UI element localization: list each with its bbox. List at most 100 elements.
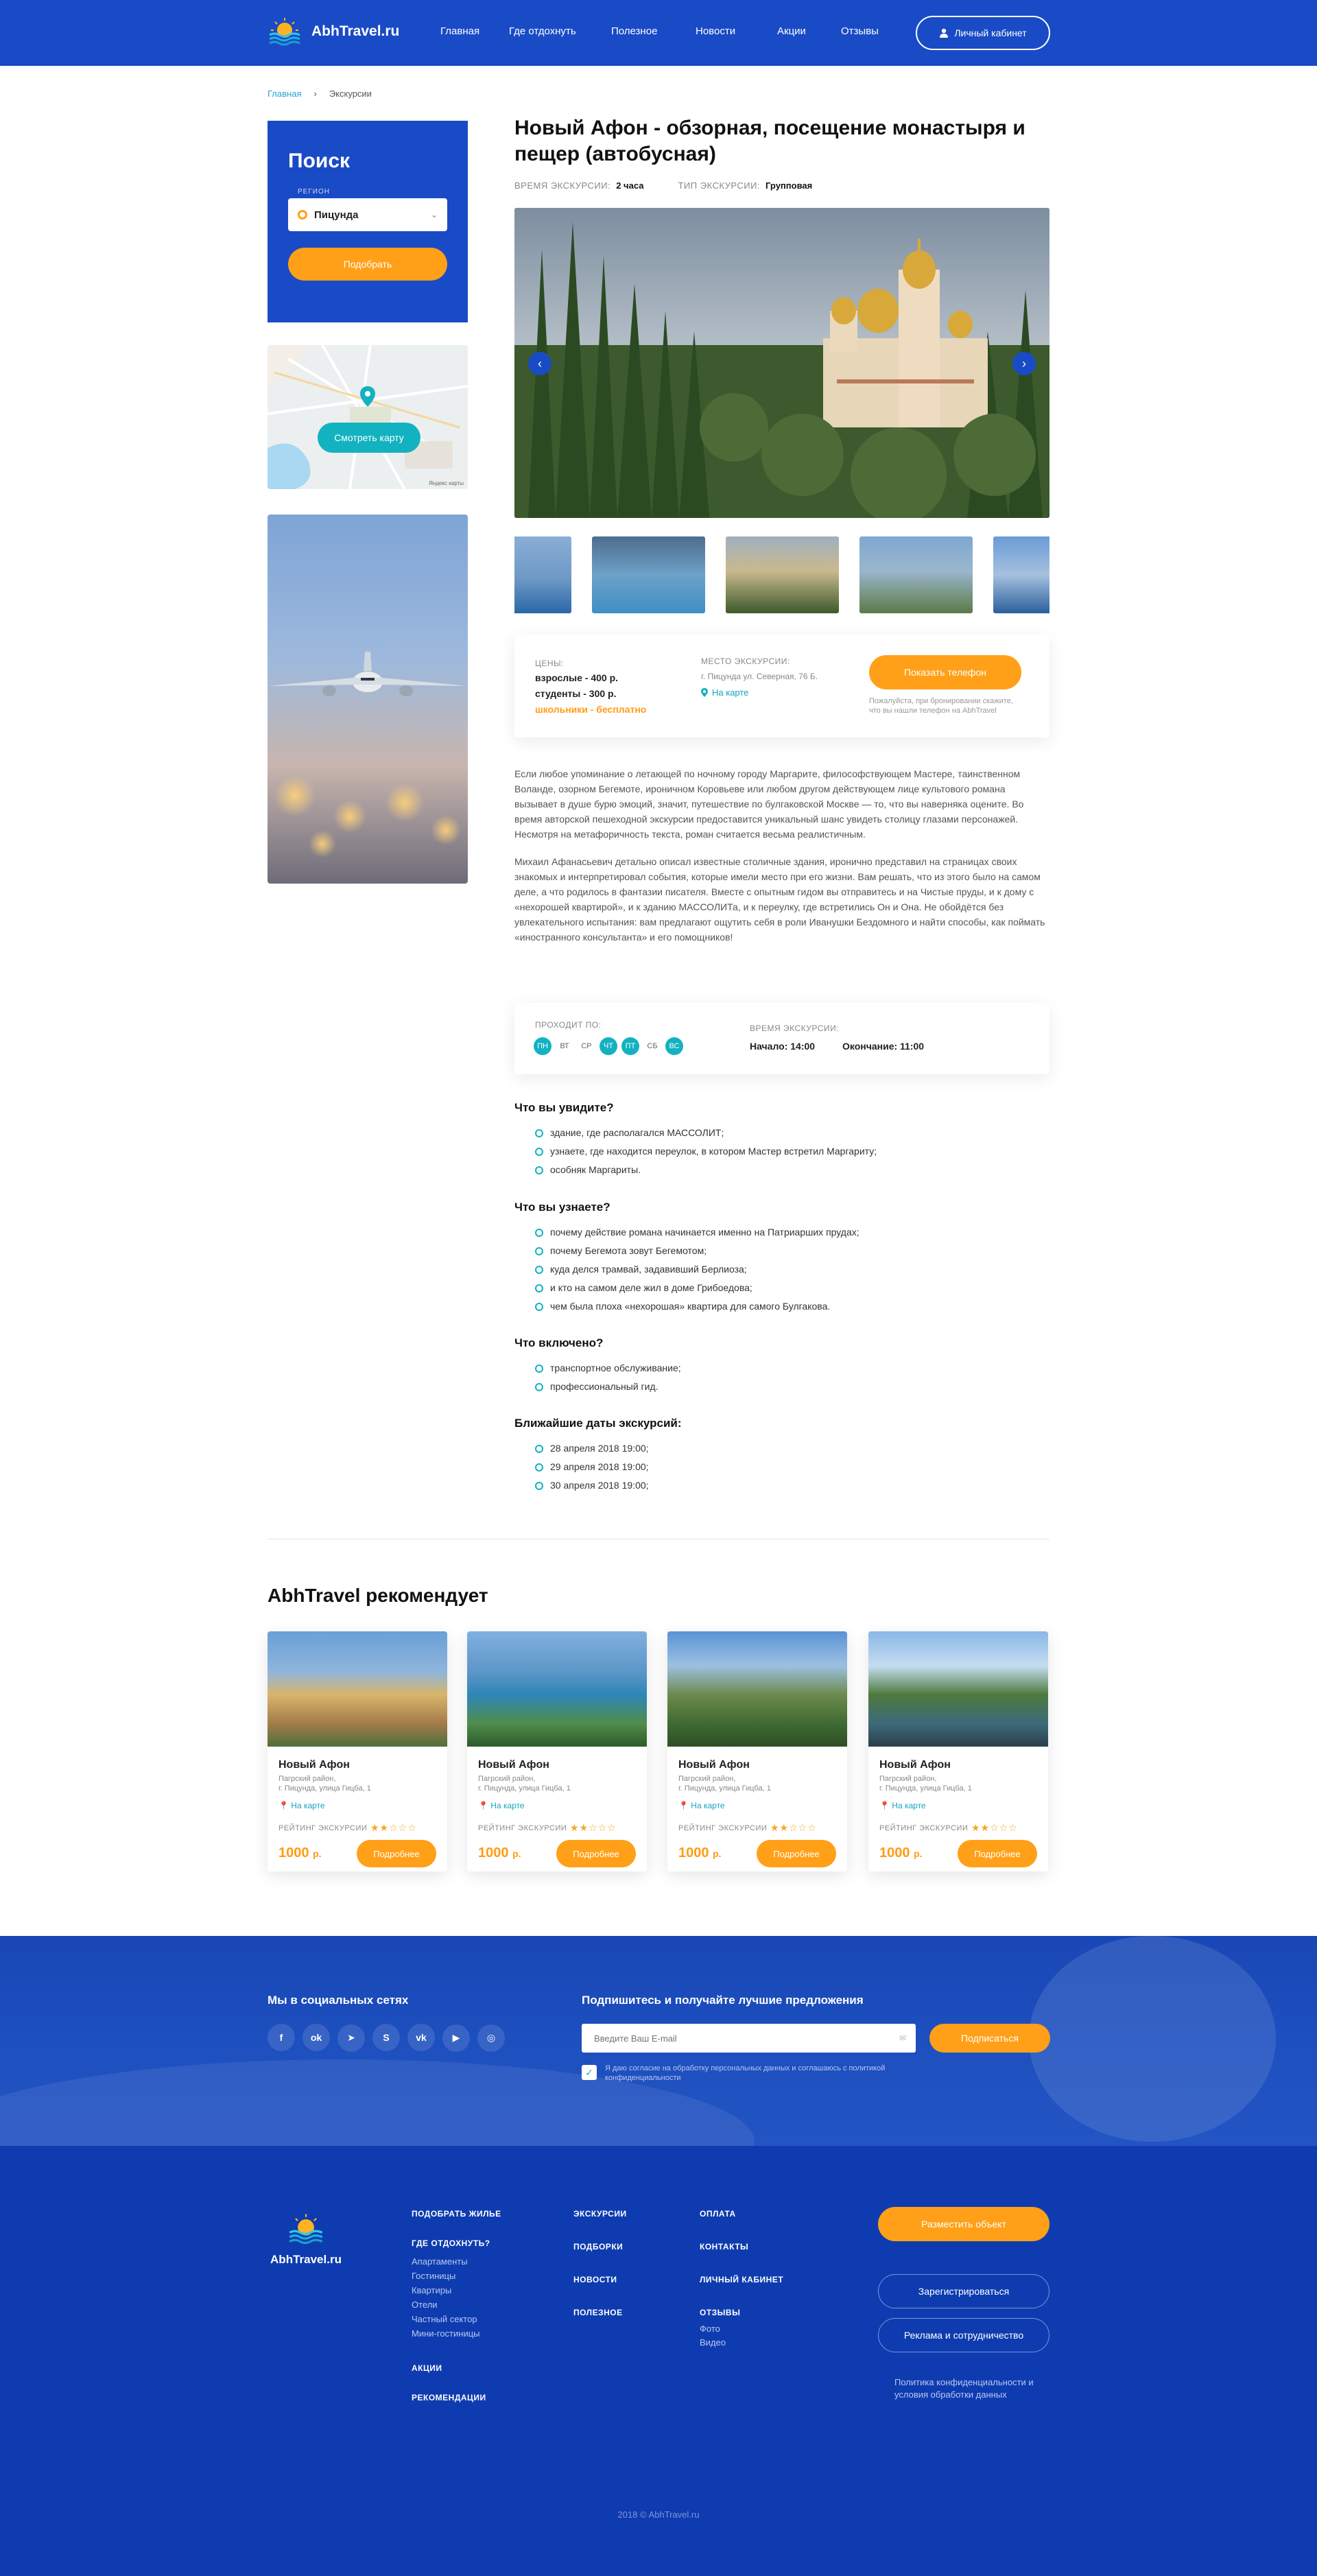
card-photo[interactable] — [868, 1631, 1048, 1747]
card-details-button[interactable]: Подробнее — [958, 1840, 1037, 1867]
map-pin-icon: 📍 — [879, 1801, 890, 1810]
footer-link-payment[interactable]: ОПЛАТА — [700, 2209, 736, 2219]
card-address: Пагрский район, г. Пицунда, улица Гицба, … — [678, 1775, 771, 1793]
card-map-link[interactable]: 📍 На карте — [879, 1801, 926, 1810]
register-button[interactable]: Зарегистрироваться — [878, 2274, 1049, 2308]
footer-link-housing[interactable]: ПОДОБРАТЬ ЖИЛЬЕ — [412, 2209, 501, 2219]
search-panel: Поиск РЕГИОН Пицунда ⌄ Подобрать — [268, 121, 468, 322]
map-preview[interactable]: Смотреть карту Яндекс карты — [268, 345, 468, 489]
footer-link[interactable]: Отели — [412, 2300, 438, 2310]
card-photo[interactable] — [467, 1631, 647, 1747]
price-adults: взрослые - 400 р. — [535, 672, 619, 683]
list-item: транспортное обслуживание; — [514, 1358, 1049, 1377]
telegram-icon[interactable]: ➤ — [337, 2024, 365, 2052]
card-map-link[interactable]: 📍 На карте — [678, 1801, 725, 1810]
nav-reviews[interactable]: Отзывы — [841, 25, 879, 37]
advertising-button[interactable]: Реклама и сотрудничество — [878, 2318, 1049, 2352]
card-details-button[interactable]: Подробнее — [357, 1840, 436, 1867]
list-item: и кто на самом деле жил в доме Грибоедов… — [514, 1278, 1049, 1297]
thumbnail-1[interactable] — [514, 536, 571, 613]
card-title[interactable]: Новый Афон — [678, 1759, 750, 1771]
footer-link-useful[interactable]: ПОЛЕЗНОЕ — [573, 2308, 623, 2317]
gallery-next-button[interactable]: › — [1012, 352, 1036, 375]
skype-icon[interactable]: S — [372, 2024, 400, 2051]
nav-news[interactable]: Новости — [696, 25, 735, 37]
recommend-card[interactable]: Новый Афон Пагрский район, г. Пицунда, ули… — [268, 1631, 447, 1871]
footer-link-news[interactable]: НОВОСТИ — [573, 2275, 617, 2284]
privacy-policy-link[interactable]: Политика конфиденциальности и условия об… — [894, 2376, 1045, 2401]
card-details-button[interactable]: Подробнее — [757, 1840, 836, 1867]
site-footer: AbhTravel.ru ПОДОБРАТЬ ЖИЛЬЕ ГДЕ ОТДОХНУ… — [0, 2146, 1317, 2576]
recommend-card[interactable]: Новый Афон Пагрский район, г. Пицунда, ули… — [467, 1631, 647, 1871]
card-map-link[interactable]: 📍 На карте — [478, 1801, 525, 1810]
recommend-card[interactable]: Новый Афон Пагрский район, г. Пицунда, ули… — [667, 1631, 847, 1871]
nav-home[interactable]: Главная — [440, 25, 479, 37]
email-field[interactable]: ✉ — [582, 2024, 916, 2053]
subscribe-button[interactable]: Подписаться — [929, 2024, 1050, 2053]
rating-stars-icon: ★★☆☆☆ — [370, 1822, 417, 1833]
footer-link[interactable]: Гостиницы — [412, 2271, 455, 2281]
breadcrumb-home[interactable]: Главная — [268, 88, 301, 99]
social-title: Мы в социальных сетях — [268, 1994, 409, 2007]
rating-stars-icon: ★★☆☆☆ — [971, 1822, 1018, 1833]
map-pin-icon: 📍 — [678, 1801, 689, 1810]
footer-link[interactable]: Частный сектор — [412, 2314, 477, 2324]
nav-promo[interactable]: Акции — [777, 25, 806, 37]
airplane-banner[interactable] — [268, 515, 468, 884]
gallery-prev-button[interactable]: ‹ — [528, 352, 551, 375]
show-map-button[interactable]: Смотреть карту — [318, 423, 420, 453]
photo-gallery: ‹ › — [514, 208, 1049, 518]
facebook-icon[interactable]: f — [268, 2024, 295, 2051]
account-button[interactable]: Личный кабинет — [916, 16, 1050, 50]
footer-logo-text: AbhTravel.ru — [270, 2253, 342, 2266]
list-item: куда делся трамвай, задавивший Берлиоза; — [514, 1260, 1049, 1278]
footer-link[interactable]: Квартиры — [412, 2285, 451, 2295]
list-item: 28 апреля 2018 19:00; — [514, 1439, 1049, 1457]
schedule-card: ПРОХОДИТ ПО: ПН ВТ СР ЧТ ПТ СБ ВС ВРЕМЯ ЭКСКУР… — [514, 1003, 1049, 1074]
consent-checkbox[interactable]: ✓ — [582, 2065, 597, 2080]
card-title[interactable]: Новый Афон — [478, 1759, 549, 1771]
thumbnail-3[interactable] — [726, 536, 839, 613]
footer-link-collections[interactable]: ПОДБОРКИ — [573, 2242, 623, 2252]
footer-link[interactable]: Апартаменты — [412, 2256, 468, 2267]
email-input[interactable] — [594, 2033, 868, 2044]
footer-logo[interactable]: AbhTravel.ru — [268, 2212, 344, 2267]
nav-useful[interactable]: Полезное — [611, 25, 657, 37]
thumbnail-5[interactable] — [993, 536, 1049, 613]
list-item: почему Бегемота зовут Бегемотом; — [514, 1241, 1049, 1260]
footer-link-video[interactable]: Видео — [700, 2337, 726, 2348]
card-details-button[interactable]: Подробнее — [556, 1840, 636, 1867]
instagram-icon[interactable]: ◎ — [477, 2024, 505, 2052]
footer-link-excursions[interactable]: ЭКСКУРСИИ — [573, 2209, 627, 2219]
footer-link-promo[interactable]: АКЦИИ — [412, 2363, 442, 2373]
search-submit-button[interactable]: Подобрать — [288, 248, 447, 281]
vk-icon[interactable]: vk — [407, 2024, 435, 2051]
nav-where-to-rest[interactable]: Где отдохнуть — [509, 25, 576, 37]
logo[interactable]: AbhTravel.ru — [268, 16, 399, 47]
footer-link-recommendations[interactable]: РЕКОМЕНДАЦИИ — [412, 2393, 486, 2402]
footer-link-reviews[interactable]: ОТЗЫВЫ — [700, 2308, 740, 2317]
place-object-button[interactable]: Разместить объект — [878, 2207, 1049, 2241]
card-photo[interactable] — [667, 1631, 847, 1747]
region-select[interactable]: Пицунда ⌄ — [288, 198, 447, 231]
thumbnail-4[interactable] — [859, 536, 973, 613]
card-title[interactable]: Новый Афон — [879, 1759, 951, 1771]
show-phone-button[interactable]: Показать телефон — [869, 655, 1021, 689]
copyright: 2018 © AbhTravel.ru — [617, 2509, 700, 2520]
card-price: 1000 р. — [278, 1845, 322, 1860]
recommend-title: AbhTravel рекомендует — [268, 1585, 488, 1606]
recommend-card[interactable]: Новый Афон Пагрский район, г. Пицунда, ули… — [868, 1631, 1048, 1871]
weekday-chip: ПТ — [621, 1037, 639, 1055]
footer-heading-where[interactable]: ГДЕ ОТДОХНУТЬ? — [412, 2238, 490, 2248]
card-photo[interactable] — [268, 1631, 447, 1747]
thumbnail-2[interactable] — [592, 536, 705, 613]
footer-link-photo[interactable]: Фото — [700, 2324, 720, 2334]
odnoklassniki-icon[interactable]: ok — [302, 2024, 330, 2051]
youtube-icon[interactable]: ▶ — [442, 2024, 470, 2052]
card-map-link[interactable]: 📍 На карте — [278, 1801, 325, 1810]
footer-link-account[interactable]: ЛИЧНЫЙ КАБИНЕТ — [700, 2275, 783, 2284]
footer-link[interactable]: Мини-гостиницы — [412, 2328, 480, 2339]
card-title[interactable]: Новый Афон — [278, 1759, 350, 1771]
footer-link-contacts[interactable]: КОНТАКТЫ — [700, 2242, 748, 2252]
place-on-map-link[interactable]: На карте — [701, 687, 748, 698]
